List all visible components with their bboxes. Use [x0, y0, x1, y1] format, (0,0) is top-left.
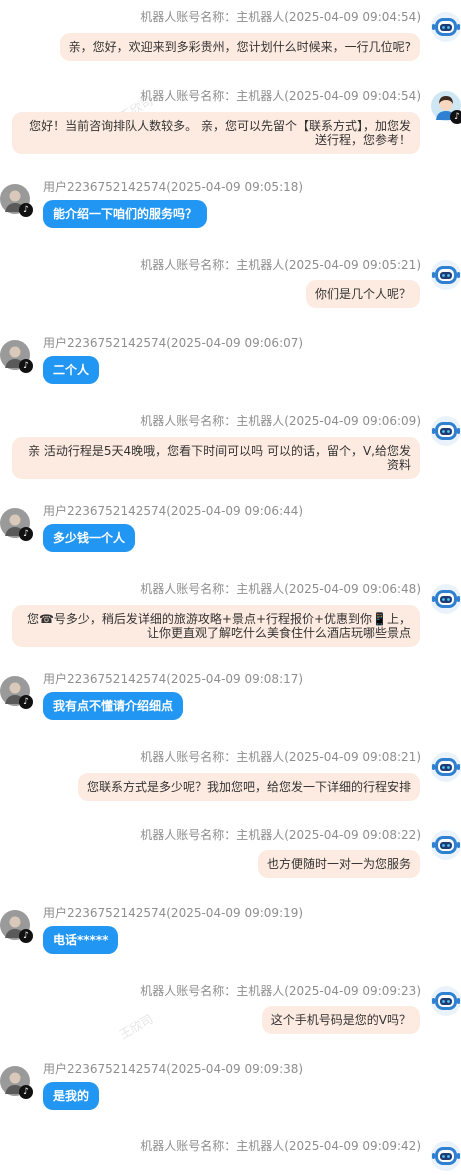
message-meta: 用户2236752142574(2025-04-09 09:06:07) — [43, 336, 304, 350]
robot-avatar-icon — [431, 12, 461, 42]
message-meta: 机器人账号名称：主机器人(2025-04-09 09:06:48) — [140, 582, 421, 596]
tiktok-icon: ♪ — [19, 929, 33, 943]
robot-avatar-icon — [431, 416, 461, 446]
tiktok-icon: ♪ — [19, 527, 33, 541]
robot-avatar-icon — [431, 830, 461, 860]
message-bubble: 二个人 — [43, 356, 100, 384]
message-bubble: 你们是几个人呢？ — [305, 280, 420, 308]
message-meta: 用户2236752142574(2025-04-09 09:08:17) — [43, 672, 304, 686]
tiktok-icon: ♪ — [450, 110, 461, 124]
chat-transcript: 王欣司 王欣司 机器人账号名称：主机器人(2025-04-09 09:04:54… — [0, 0, 461, 1171]
user-avatar-icon: ♪ — [0, 184, 33, 217]
robot-avatar-icon — [431, 752, 461, 782]
message-meta: 用户2236752142574(2025-04-09 09:06:44) — [43, 504, 304, 518]
message-meta: 机器人账号名称：主机器人(2025-04-09 09:06:09) — [140, 414, 421, 428]
message-meta: 机器人账号名称：主机器人(2025-04-09 09:09:42) — [140, 1139, 421, 1153]
message-meta: 机器人账号名称：主机器人(2025-04-09 09:05:21) — [140, 258, 421, 272]
message-bubble: 亲，您好，欢迎来到多彩贵州，您计划什么时候来，一行几位呢? — [59, 33, 420, 61]
agent-avatar-icon: ♪ — [431, 91, 461, 124]
tiktok-icon: ♪ — [19, 203, 33, 217]
message-bubble: 是我的 — [43, 1082, 100, 1110]
message-bubble: 能介绍一下咱们的服务吗？ — [43, 200, 208, 228]
message-bubble: 亲 活动行程是5天4晚哦，您看下时间可以吗 可以的话，留个，V,给您发资料 — [12, 437, 420, 479]
message-meta: 机器人账号名称：主机器人(2025-04-09 09:08:22) — [140, 828, 421, 842]
message-bubble: 您☎号多少，稍后发详细的旅游攻略+景点+行程报价+优惠到你📱上，让你更直观了解吃… — [12, 605, 420, 647]
tiktok-icon: ♪ — [19, 359, 33, 373]
message-bubble: 您联系方式是多少呢？我加您吧，给您发一下详细的行程安排 — [77, 773, 420, 801]
user-avatar-icon: ♪ — [0, 1066, 33, 1099]
message-meta: 用户2236752142574(2025-04-09 09:09:19) — [43, 906, 304, 920]
message-bubble: 电话***** — [43, 926, 119, 954]
message-bubble: 这个手机号码是您的V吗？ — [261, 1006, 420, 1034]
user-avatar-icon: ♪ — [0, 910, 33, 943]
message-meta: 机器人账号名称：主机器人(2025-04-09 09:04:54) — [140, 89, 421, 103]
robot-avatar-icon — [431, 260, 461, 290]
message-bubble: 我有点不懂请介绍细点 — [43, 692, 184, 720]
tiktok-icon: ♪ — [19, 1085, 33, 1099]
message-meta: 用户2236752142574(2025-04-09 09:09:38) — [43, 1062, 304, 1076]
message-meta: 机器人账号名称：主机器人(2025-04-09 09:04:54) — [140, 10, 421, 24]
robot-avatar-icon — [431, 986, 461, 1016]
message-meta: 机器人账号名称：主机器人(2025-04-09 09:08:21) — [140, 750, 421, 764]
message-meta: 机器人账号名称：主机器人(2025-04-09 09:09:23) — [140, 984, 421, 998]
watermark: 王欣司 — [117, 1011, 156, 1042]
user-avatar-icon: ♪ — [0, 340, 33, 373]
message-bubble: 您好！当前咨询排队人数较多。 亲，您可以先留个【联系方式】，加您发送行程，您参考… — [12, 112, 420, 154]
tiktok-icon: ♪ — [19, 695, 33, 709]
user-avatar-icon: ♪ — [0, 676, 33, 709]
robot-avatar-icon — [431, 1141, 461, 1171]
user-avatar-icon: ♪ — [0, 508, 33, 541]
message-meta: 用户2236752142574(2025-04-09 09:05:18) — [43, 180, 304, 194]
message-bubble: 也方便随时一对一为您服务 — [257, 850, 420, 878]
message-bubble: 多少钱一个人 — [43, 524, 136, 552]
robot-avatar-icon — [431, 584, 461, 614]
